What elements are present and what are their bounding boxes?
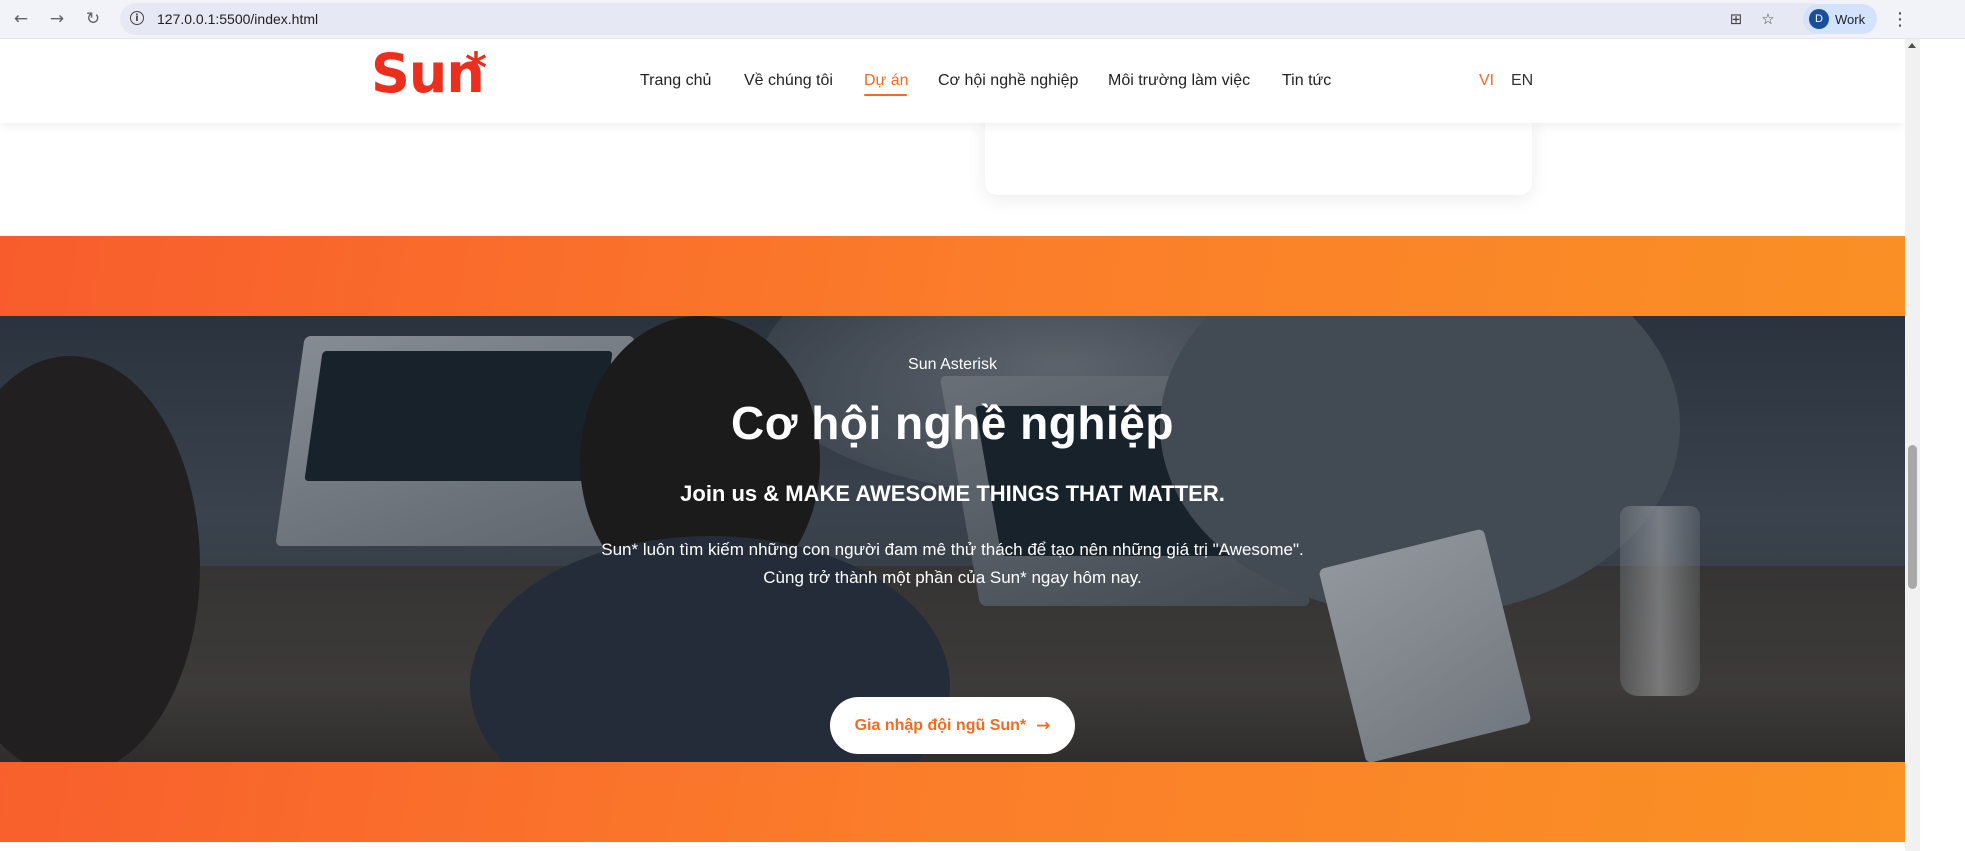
address-bar[interactable]: i 127.0.0.1:5500/index.html ⊞ ☆ [120, 3, 1827, 35]
site-info-icon[interactable]: i [130, 11, 144, 25]
avatar: D [1809, 9, 1829, 29]
lang-vi[interactable]: VI [1479, 72, 1494, 90]
join-team-button[interactable]: Gia nhập đội ngũ Sun* → [830, 697, 1075, 754]
arrow-right-icon: → [1036, 715, 1051, 736]
join-team-label: Gia nhập đội ngũ Sun* [854, 716, 1027, 734]
url-text[interactable]: 127.0.0.1:5500/index.html [157, 11, 318, 27]
description-line-1: Sun* luôn tìm kiếm những con người đam m… [601, 540, 1304, 559]
nav-item-work-environment[interactable]: Môi trường làm việc [1108, 72, 1250, 90]
career-eyebrow: Sun Asterisk [908, 356, 997, 373]
nav-active-indicator [864, 94, 907, 96]
nav-item-about[interactable]: Về chúng tôi [744, 72, 833, 90]
nav-item-careers[interactable]: Cơ hội nghề nghiệp [938, 72, 1078, 90]
back-arrow-icon[interactable]: ← [9, 7, 33, 31]
career-tagline: Join us & MAKE AWESOME THINGS THAT MATTE… [680, 481, 1225, 506]
forward-arrow-icon[interactable]: → [45, 7, 69, 31]
scroll-up-icon[interactable] [1908, 43, 1916, 48]
reload-icon[interactable]: ↻ [81, 7, 105, 31]
star-icon[interactable]: ☆ [1757, 8, 1779, 30]
page-viewport: Sun Asterisk Cơ hội nghề nghiệp Join us … [0, 39, 1905, 851]
nav-item-news[interactable]: Tin tức [1282, 72, 1331, 90]
translate-icon[interactable]: ⊞ [1725, 8, 1747, 30]
lang-en[interactable]: EN [1511, 72, 1533, 90]
scrollbar-thumb[interactable] [1908, 445, 1917, 589]
career-title: Cơ hội nghề nghiệp [731, 397, 1174, 449]
description-line-2: Cùng trở thành một phần của Sun* ngay hô… [763, 568, 1142, 587]
nav-item-home[interactable]: Trang chủ [640, 72, 711, 90]
page-scrollbar[interactable] [1905, 39, 1920, 851]
site-header: Sun * Trang chủ Về chúng tôi Dự án Cơ hộ… [0, 39, 1905, 123]
window-gutter [1920, 39, 1965, 851]
career-hero: Sun Asterisk Cơ hội nghề nghiệp Join us … [0, 316, 1905, 762]
profile-button[interactable]: D Work [1803, 4, 1877, 34]
career-description: Sun* luôn tìm kiếm những con người đam m… [0, 536, 1905, 592]
nav-item-projects[interactable]: Dự án [864, 72, 909, 90]
browser-toolbar: ← → ↻ i 127.0.0.1:5500/index.html ⊞ ☆ D … [0, 0, 1965, 39]
more-icon[interactable]: ⋮ [1888, 7, 1912, 31]
logo-star-icon: * [465, 43, 487, 92]
profile-name: Work [1835, 11, 1866, 27]
